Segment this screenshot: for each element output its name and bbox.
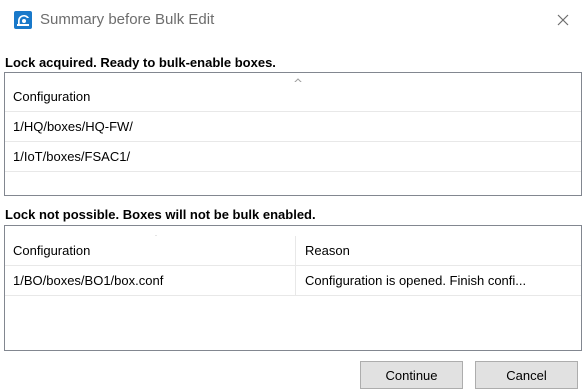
table-row[interactable]: 1/IoT/boxes/FSAC1/: [5, 142, 581, 172]
table-row[interactable]: 1/HQ/boxes/HQ-FW/: [5, 112, 581, 142]
configuration-cell: 1/IoT/boxes/FSAC1/: [13, 149, 131, 164]
title-bar[interactable]: Summary before Bulk Edit: [0, 0, 584, 40]
reason-cell: Configuration is opened. Finish confi...: [305, 273, 527, 288]
column-header-reason[interactable]: Reason: [296, 236, 581, 265]
lock-acquired-heading: Lock acquired. Ready to bulk-enable boxe…: [5, 55, 276, 70]
bulk-edit-app-icon: [14, 11, 32, 29]
close-button[interactable]: [548, 6, 578, 34]
list-header: Configuration: [5, 82, 581, 112]
table-row[interactable]: 1/BO/boxes/BO1/box.conf Configuration is…: [5, 266, 581, 296]
cancel-button[interactable]: Cancel: [475, 361, 578, 389]
continue-button[interactable]: Continue: [360, 361, 463, 389]
bulk-edit-summary-dialog: Summary before Bulk Edit Lock acquired. …: [0, 0, 584, 390]
column-header-configuration[interactable]: Configuration: [5, 82, 581, 111]
lock-not-possible-heading: Lock not possible. Boxes will not be bul…: [5, 207, 316, 222]
close-icon: [557, 14, 569, 26]
lock-acquired-list[interactable]: Configuration 1/HQ/boxes/HQ-FW/ 1/IoT/bo…: [4, 72, 582, 196]
configuration-cell: 1/BO/boxes/BO1/box.conf: [5, 266, 296, 295]
list-header: Configuration Reason: [5, 236, 581, 266]
sort-ascending-icon: [291, 73, 305, 85]
configuration-cell: 1/HQ/boxes/HQ-FW/: [13, 119, 133, 134]
window-title: Summary before Bulk Edit: [40, 11, 215, 28]
lock-not-possible-list[interactable]: Configuration Reason 1/BO/boxes/BO1/box.…: [4, 225, 582, 351]
column-header-configuration[interactable]: Configuration: [5, 236, 296, 265]
